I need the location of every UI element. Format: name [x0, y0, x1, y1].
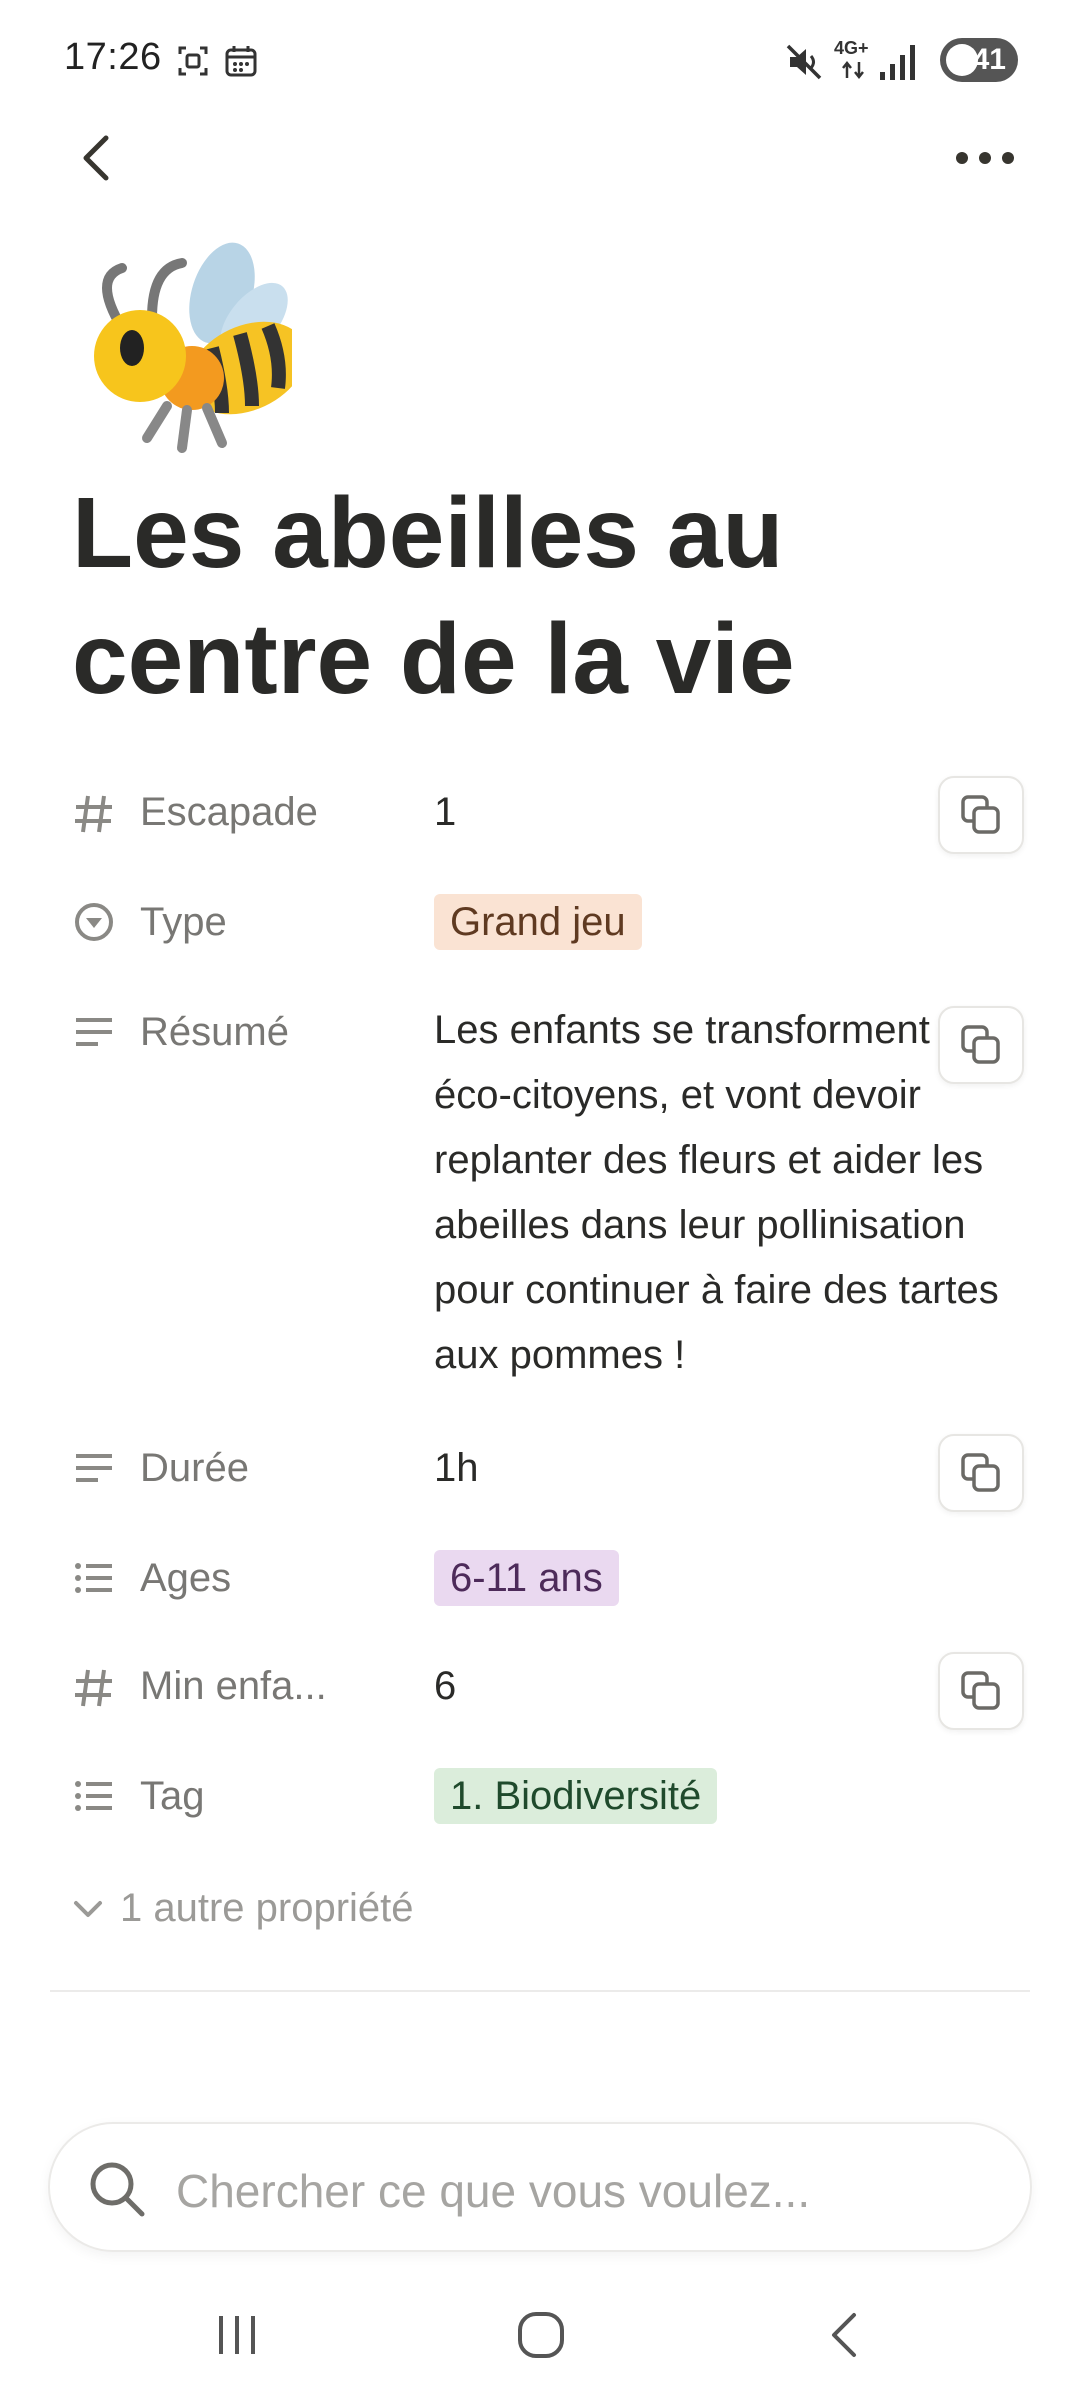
more-horizontal-icon	[956, 152, 1014, 164]
property-value[interactable]: 1	[434, 790, 456, 835]
property-value[interactable]: 1. Biodiversité	[434, 1768, 718, 1824]
back-icon	[832, 2313, 856, 2357]
property-label: Ages	[140, 1556, 232, 1600]
copy-icon	[961, 1025, 1000, 1064]
copy-button[interactable]	[938, 1652, 1024, 1730]
text-icon	[76, 1454, 112, 1482]
property-label: Escapade	[140, 790, 318, 834]
copy-button[interactable]	[938, 1006, 1024, 1084]
calendar-icon	[225, 46, 257, 77]
recent-apps-button[interactable]	[192, 2300, 282, 2370]
property-value[interactable]: Les enfants se transforment en éco-citoy…	[434, 998, 1024, 1388]
property-value[interactable]: 1h	[434, 1446, 479, 1491]
network-4g-icon: 4G+	[834, 38, 874, 82]
battery-icon: 41	[940, 38, 1018, 82]
property-value[interactable]: Grand jeu	[434, 894, 642, 950]
property-label: Tag	[140, 1774, 205, 1818]
battery-saver-icon	[946, 44, 978, 76]
screenshot-icon	[178, 46, 208, 76]
chevron-down-icon	[74, 1900, 102, 1917]
property-value[interactable]: 6	[434, 1664, 456, 1709]
property-value[interactable]: 6-11 ans	[434, 1550, 619, 1606]
hash-icon	[75, 1669, 112, 1707]
mute-icon	[786, 44, 822, 80]
home-icon	[518, 2312, 564, 2358]
network-label: 4G+	[834, 38, 869, 58]
more-properties-toggle[interactable]: 1 autre propriété	[70, 1886, 414, 1931]
search-input[interactable]: Chercher ce que vous voulez...	[48, 2122, 1032, 2252]
bee-emoji-icon[interactable]	[72, 238, 292, 458]
copy-icon	[961, 1671, 1000, 1710]
status-bar: 17:26 4G+ 41	[0, 0, 1080, 120]
signal-icon	[880, 45, 915, 80]
system-back-button[interactable]	[800, 2300, 890, 2370]
hash-icon	[75, 795, 112, 833]
tag[interactable]: Grand jeu	[434, 894, 642, 950]
property-label: Type	[140, 900, 227, 944]
page-title[interactable]: Les abeilles au centre de la vie	[72, 470, 992, 722]
select-icon	[75, 903, 113, 941]
copy-button[interactable]	[938, 1434, 1024, 1512]
property-label: Durée	[140, 1446, 249, 1490]
tag[interactable]: 6-11 ans	[434, 1550, 619, 1606]
multi-select-icon	[75, 1781, 112, 1811]
search-icon	[90, 2162, 145, 2217]
more-properties-label: 1 autre propriété	[120, 1886, 414, 1930]
chevron-left-icon	[83, 135, 109, 181]
multi-select-icon	[75, 1563, 112, 1593]
divider	[50, 1990, 1030, 1992]
status-time: 17:26	[64, 36, 162, 78]
recent-apps-icon	[219, 2316, 255, 2354]
home-button[interactable]	[496, 2300, 586, 2370]
text-icon	[76, 1018, 112, 1046]
property-label: Résumé	[140, 1010, 289, 1054]
property-label: Min enfa...	[140, 1664, 327, 1708]
more-options-button[interactable]	[950, 140, 1020, 176]
tag[interactable]: 1. Biodiversité	[434, 1768, 718, 1824]
copy-icon	[961, 1453, 1000, 1492]
copy-button[interactable]	[938, 776, 1024, 854]
search-placeholder: Chercher ce que vous voulez...	[176, 2165, 811, 2217]
back-button[interactable]	[70, 130, 120, 186]
copy-icon	[961, 795, 1000, 834]
